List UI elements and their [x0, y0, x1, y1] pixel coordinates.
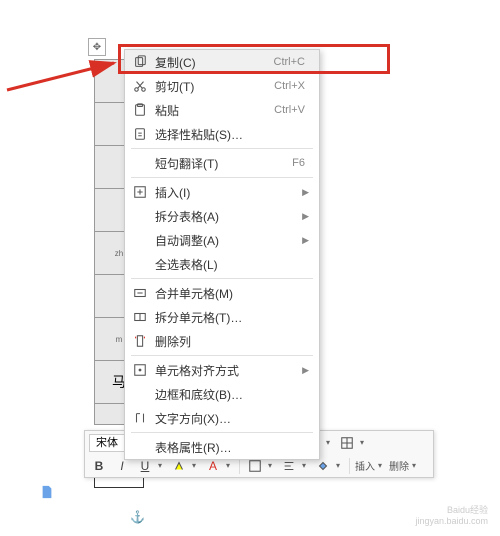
menu-label: 插入(I)	[155, 184, 302, 201]
menu-merge-cells[interactable]: 合并单元格(M)	[125, 281, 319, 305]
insert-label: 插入	[355, 458, 375, 473]
context-menu: 复制(C) Ctrl+C 剪切(T) Ctrl+X 粘贴 Ctrl+V 选择性粘…	[124, 49, 320, 460]
menu-label: 文字方向(X)…	[155, 410, 313, 427]
translate-icon	[131, 154, 149, 172]
chevron-right-icon: ▶	[302, 187, 313, 198]
menu-label: 粘贴	[155, 102, 274, 119]
menu-text-dir[interactable]: 文字方向(X)…	[125, 406, 319, 430]
merge-cells-icon	[131, 284, 149, 302]
menu-paste-special[interactable]: 选择性粘贴(S)…	[125, 122, 319, 146]
menu-divider	[131, 432, 313, 433]
menu-borders[interactable]: 边框和底纹(B)…	[125, 382, 319, 406]
document-icon	[40, 485, 54, 499]
menu-shortcut: Ctrl+X	[274, 80, 313, 92]
chevron-right-icon: ▶	[302, 365, 313, 376]
menu-label: 全选表格(L)	[155, 256, 313, 273]
table-move-handle[interactable]: ✥	[88, 38, 106, 56]
menu-insert[interactable]: 插入(I) ▶	[125, 180, 319, 204]
menu-cell-align[interactable]: 单元格对齐方式 ▶	[125, 358, 319, 382]
move-icon: ✥	[93, 42, 101, 53]
menu-label: 删除列	[155, 333, 313, 350]
chevron-right-icon: ▶	[302, 211, 313, 222]
menu-paste[interactable]: 粘贴 Ctrl+V	[125, 98, 319, 122]
menu-split-table[interactable]: 拆分表格(A) ▶	[125, 204, 319, 228]
menu-label: 复制(C)	[155, 54, 274, 71]
menu-auto-fit[interactable]: 自动调整(A) ▶	[125, 228, 319, 252]
paste-special-icon	[131, 125, 149, 143]
menu-divider	[131, 278, 313, 279]
menu-shortcut: F6	[292, 157, 313, 169]
menu-label: 拆分单元格(T)…	[155, 309, 313, 326]
menu-divider	[131, 148, 313, 149]
clipboard-icon	[131, 101, 149, 119]
delete-label: 删除	[389, 458, 409, 473]
menu-table-props[interactable]: 表格属性(R)…	[125, 435, 319, 459]
menu-label: 剪切(T)	[155, 78, 274, 95]
menu-select-all[interactable]: 全选表格(L)	[125, 252, 319, 276]
menu-label: 边框和底纹(B)…	[155, 386, 313, 403]
menu-divider	[131, 177, 313, 178]
menu-delete-col[interactable]: 删除列	[125, 329, 319, 353]
chevron-right-icon: ▶	[302, 235, 313, 246]
grid-button[interactable]	[337, 433, 357, 453]
menu-label: 选择性粘贴(S)…	[155, 126, 313, 143]
delete-col-icon	[131, 332, 149, 350]
menu-label: 合并单元格(M)	[155, 285, 313, 302]
menu-label: 自动调整(A)	[155, 232, 302, 249]
watermark: Baidu经验 jingyan.baidu.com	[415, 503, 488, 526]
menu-divider	[131, 355, 313, 356]
text-direction-icon	[131, 409, 149, 427]
menu-shortcut: Ctrl+V	[274, 104, 313, 116]
menu-label: 表格属性(R)…	[155, 439, 313, 456]
split-cells-icon	[131, 308, 149, 326]
menu-split-cells[interactable]: 拆分单元格(T)…	[125, 305, 319, 329]
menu-label: 拆分表格(A)	[155, 208, 302, 225]
anchor-icon: ⚓	[130, 510, 145, 524]
menu-copy[interactable]: 复制(C) Ctrl+C	[125, 50, 319, 74]
insert-icon	[131, 183, 149, 201]
copy-icon	[131, 53, 149, 71]
menu-shortcut: Ctrl+C	[274, 56, 313, 68]
scissors-icon	[131, 77, 149, 95]
align-icon	[131, 361, 149, 379]
bold-button[interactable]: B	[89, 456, 109, 476]
menu-label: 单元格对齐方式	[155, 362, 302, 379]
menu-translate[interactable]: 短句翻译(T) F6	[125, 151, 319, 175]
menu-cut[interactable]: 剪切(T) Ctrl+X	[125, 74, 319, 98]
menu-label: 短句翻译(T)	[155, 155, 292, 172]
